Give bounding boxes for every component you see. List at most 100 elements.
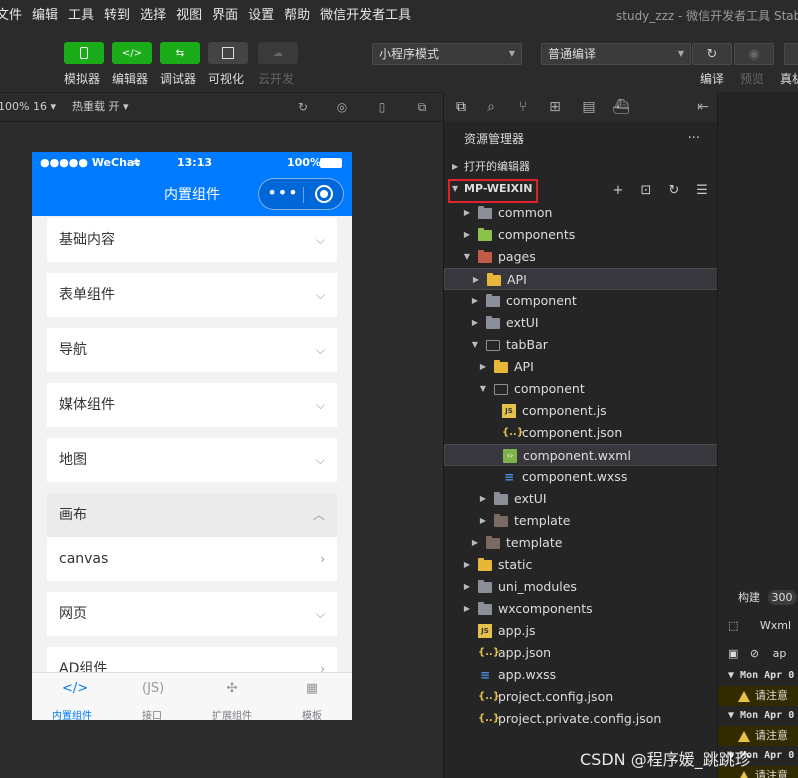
editor-button[interactable]: </>: [112, 42, 152, 64]
more-dots-icon[interactable]: •••: [267, 185, 299, 202]
caret-right-icon[interactable]: ▶: [470, 312, 480, 334]
menu-edit[interactable]: 编辑: [27, 0, 63, 32]
hot-reload-toggle[interactable]: 热重载 开 ▾: [72, 93, 129, 121]
tab-builtin[interactable]: </> 内置组件: [32, 673, 112, 720]
menu-interface[interactable]: 界面: [207, 0, 243, 32]
capsule-menu[interactable]: •••: [258, 178, 344, 210]
wxml-tab-row[interactable]: ⬚ Wxml: [718, 616, 798, 636]
tree-item[interactable]: {..} project.config.json: [444, 686, 718, 708]
tree-item[interactable]: ▶ template: [444, 510, 718, 532]
visual-button[interactable]: [208, 42, 248, 64]
tree-item[interactable]: ▶ common: [444, 202, 718, 224]
menu-devtools[interactable]: 微信开发者工具: [315, 0, 416, 32]
stop-icon[interactable]: ◎: [334, 99, 350, 115]
caret-right-icon[interactable]: ▶: [470, 290, 480, 312]
tree-item[interactable]: ▶ API: [444, 356, 718, 378]
new-file-icon[interactable]: +: [610, 182, 626, 198]
caret-right-icon[interactable]: ▶: [462, 576, 472, 598]
clear-icon[interactable]: ⊘: [750, 647, 759, 660]
tree-item[interactable]: ▶ components: [444, 224, 718, 246]
tree-item[interactable]: JS app.js: [444, 620, 718, 642]
tab-api[interactable]: (JS) 接口: [112, 673, 192, 720]
refresh-icon[interactable]: ↻: [666, 182, 682, 198]
more-icon[interactable]: ···: [688, 122, 700, 156]
docker-icon[interactable]: ⛴: [612, 98, 630, 116]
panel-icon[interactable]: ▤: [580, 98, 598, 116]
caret-down-icon[interactable]: ▼: [470, 334, 480, 356]
source-control-icon[interactable]: ⑂: [514, 98, 532, 116]
tree-item[interactable]: {..} component.json: [444, 422, 718, 444]
collapse-all-icon[interactable]: ☰: [694, 182, 710, 198]
tree-item[interactable]: ▶ extUI: [444, 488, 718, 510]
list-item-map[interactable]: 地图 ⌵: [47, 438, 337, 482]
device-button[interactable]: [784, 43, 798, 65]
compile-select[interactable]: 普通编译 ▼: [541, 43, 691, 65]
phone-icon[interactable]: ▯: [374, 99, 390, 115]
list-item-ad[interactable]: AD组件 ›: [47, 647, 337, 672]
tab-template[interactable]: ▦ 模板: [272, 673, 352, 720]
reload-icon[interactable]: ↻: [295, 99, 311, 115]
tree-item[interactable]: ≡ app.wxss: [444, 664, 718, 686]
inspect-icon[interactable]: ⬚: [728, 619, 738, 632]
caret-right-icon[interactable]: ▶: [462, 224, 472, 246]
caret-right-icon[interactable]: ▶: [470, 532, 480, 554]
tree-item[interactable]: ▼ component: [444, 378, 718, 400]
new-folder-icon[interactable]: ⊡: [638, 182, 654, 198]
tree-item[interactable]: ▶ template: [444, 532, 718, 554]
preview-button[interactable]: ◉: [734, 43, 774, 65]
menu-settings[interactable]: 设置: [243, 0, 279, 32]
menu-view[interactable]: 视图: [171, 0, 207, 32]
tree-item[interactable]: ▶ API: [444, 268, 718, 290]
cloud-button[interactable]: ☁: [258, 42, 298, 64]
caret-down-icon[interactable]: ▼: [478, 378, 488, 400]
menu-file[interactable]: 文件: [0, 0, 27, 32]
files-icon[interactable]: ⧉: [452, 98, 470, 116]
simulator-button[interactable]: [64, 42, 104, 64]
list-item-basic[interactable]: 基础内容 ⌵: [47, 218, 337, 262]
caret-right-icon[interactable]: ▶: [462, 202, 472, 224]
extensions-icon[interactable]: ⊞: [546, 98, 564, 116]
caret-right-icon[interactable]: ▶: [471, 269, 481, 291]
close-record-icon[interactable]: [315, 185, 333, 203]
list-item-nav[interactable]: 导航 ⌵: [47, 328, 337, 372]
tree-item[interactable]: ≡ component.wxss: [444, 466, 718, 488]
caret-right-icon[interactable]: ▶: [462, 598, 472, 620]
menu-select[interactable]: 选择: [135, 0, 171, 32]
tree-item[interactable]: ▶ uni_modules: [444, 576, 718, 598]
collapse-panel-icon[interactable]: ⇤: [694, 98, 712, 116]
tree-item[interactable]: {..} project.private.config.json: [444, 708, 718, 730]
list-item-media[interactable]: 媒体组件 ⌵: [47, 383, 337, 427]
tree-item[interactable]: ▶ wxcomponents: [444, 598, 718, 620]
tree-item[interactable]: {..} app.json: [444, 642, 718, 664]
tree-item[interactable]: ▼ tabBar: [444, 334, 718, 356]
caret-down-icon[interactable]: ▼: [462, 246, 472, 268]
caret-right-icon[interactable]: ▶: [478, 356, 488, 378]
wxml-tab[interactable]: Wxml: [760, 619, 791, 632]
zoom-select[interactable]: 100% 16 ▾: [0, 93, 56, 121]
caret-right-icon[interactable]: ▶: [478, 488, 488, 510]
tree-item[interactable]: ▶ static: [444, 554, 718, 576]
menu-tools[interactable]: 工具: [63, 0, 99, 32]
caret-right-icon[interactable]: ▶: [478, 510, 488, 532]
tree-item[interactable]: ▼ pages: [444, 246, 718, 268]
list-item-webview[interactable]: 网页 ⌵: [47, 592, 337, 636]
list-item-canvas[interactable]: canvas ›: [47, 537, 337, 581]
mode-select[interactable]: 小程序模式 ▼: [372, 43, 522, 65]
list-item-canvas-group[interactable]: 画布 ︿: [47, 493, 337, 537]
menu-help[interactable]: 帮助: [279, 0, 315, 32]
search-icon[interactable]: ⌕: [482, 98, 500, 116]
list-item-form[interactable]: 表单组件 ⌵: [47, 273, 337, 317]
tree-item[interactable]: JS component.js: [444, 400, 718, 422]
tree-item[interactable]: ▶ component: [444, 290, 718, 312]
tree-item[interactable]: ▶ extUI: [444, 312, 718, 334]
compile-button[interactable]: ↻: [692, 43, 732, 65]
open-editors-section[interactable]: ▶ 打开的编辑器: [444, 156, 718, 178]
sidebar-toggle-icon[interactable]: ▣: [728, 647, 738, 660]
tab-extension[interactable]: ✣ 扩展组件: [192, 673, 272, 720]
popout-icon[interactable]: ⧉: [414, 99, 430, 115]
debugger-button[interactable]: ⇆: [160, 42, 200, 64]
menu-goto[interactable]: 转到: [99, 0, 135, 32]
tree-item[interactable]: ‹› component.wxml: [444, 444, 718, 466]
caret-right-icon[interactable]: ▶: [462, 554, 472, 576]
filter-input[interactable]: ap: [773, 647, 787, 660]
